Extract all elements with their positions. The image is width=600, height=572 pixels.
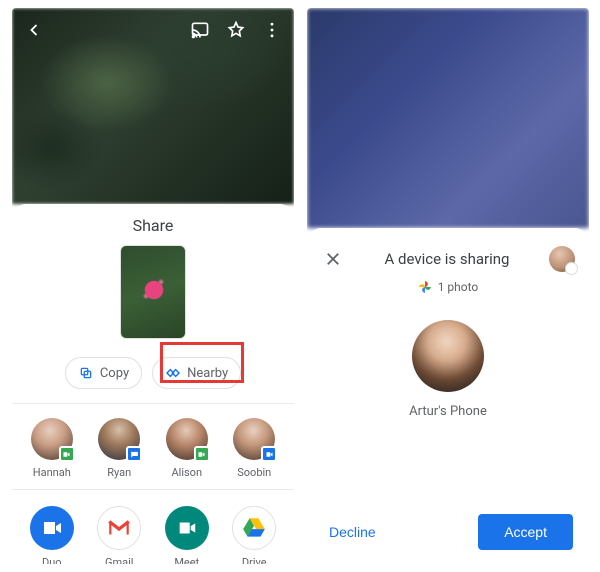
close-icon[interactable] (321, 247, 345, 271)
receive-header: A device is sharing (321, 246, 575, 272)
photos-icon (418, 280, 432, 294)
contact-soobin[interactable]: Soobin (224, 418, 284, 479)
app-label: Meet (174, 556, 199, 564)
decline-button[interactable]: Decline (323, 516, 382, 548)
copy-icon (78, 365, 94, 381)
chip-row: Copy Nearby (12, 357, 294, 389)
duo-badge-icon (59, 446, 75, 462)
contact-ryan[interactable]: Ryan (89, 418, 149, 479)
app-label: Duo (42, 556, 62, 564)
photo-count: 1 photo (321, 280, 575, 294)
accept-button[interactable]: Accept (478, 514, 573, 550)
copy-chip[interactable]: Copy (65, 357, 142, 389)
share-sheet: Share Copy Nearby (12, 204, 294, 564)
duo-icon (30, 506, 74, 550)
app-drive[interactable]: Drive (224, 506, 284, 564)
duo-badge-icon (261, 446, 277, 462)
messages-badge-icon (126, 446, 142, 462)
device[interactable]: Artur's Phone (321, 320, 575, 419)
contact-name: Alison (171, 466, 202, 479)
contact-name: Ryan (107, 466, 131, 479)
gmail-icon (97, 506, 141, 550)
share-screen: Share Copy Nearby (12, 8, 294, 564)
contacts-row: Hannah Ryan Alison (12, 403, 294, 489)
action-row: Decline Accept (307, 514, 589, 550)
app-gmail[interactable]: Gmail (89, 506, 149, 564)
photo-preview[interactable] (120, 245, 186, 339)
app-meet[interactable]: Meet (157, 506, 217, 564)
receive-sheet: A device is sharing 1 photo Artur's Phon… (307, 228, 589, 564)
device-avatar (412, 320, 484, 392)
star-icon[interactable] (224, 18, 248, 42)
nearby-icon (165, 365, 181, 381)
photo-toolbar (12, 8, 294, 52)
contact-name: Soobin (237, 466, 271, 479)
wallpaper-background (307, 8, 589, 228)
nearby-chip-label: Nearby (187, 366, 228, 381)
photo-count-label: 1 photo (438, 280, 479, 294)
avatar (166, 418, 208, 460)
contact-alison[interactable]: Alison (157, 418, 217, 479)
share-title: Share (12, 216, 294, 235)
app-label: Gmail (105, 556, 133, 564)
copy-chip-label: Copy (100, 366, 129, 381)
receive-title: A device is sharing (353, 250, 541, 268)
drive-icon (232, 506, 276, 550)
contact-name: Hannah (33, 466, 71, 479)
app-label: Drive (242, 556, 267, 564)
back-icon[interactable] (22, 18, 46, 42)
more-icon[interactable] (260, 18, 284, 42)
avatar (31, 418, 73, 460)
meet-icon (165, 506, 209, 550)
avatar (233, 418, 275, 460)
avatar (98, 418, 140, 460)
nearby-chip[interactable]: Nearby (152, 357, 241, 389)
duo-badge-icon (194, 446, 210, 462)
contact-hannah[interactable]: Hannah (22, 418, 82, 479)
receive-screen: A device is sharing 1 photo Artur's Phon… (307, 8, 589, 564)
cast-icon[interactable] (188, 18, 212, 42)
device-name: Artur's Phone (409, 404, 487, 419)
sender-avatar[interactable] (549, 246, 575, 272)
apps-row: Duo Gmail Meet Drive (12, 489, 294, 564)
app-duo[interactable]: Duo (22, 506, 82, 564)
